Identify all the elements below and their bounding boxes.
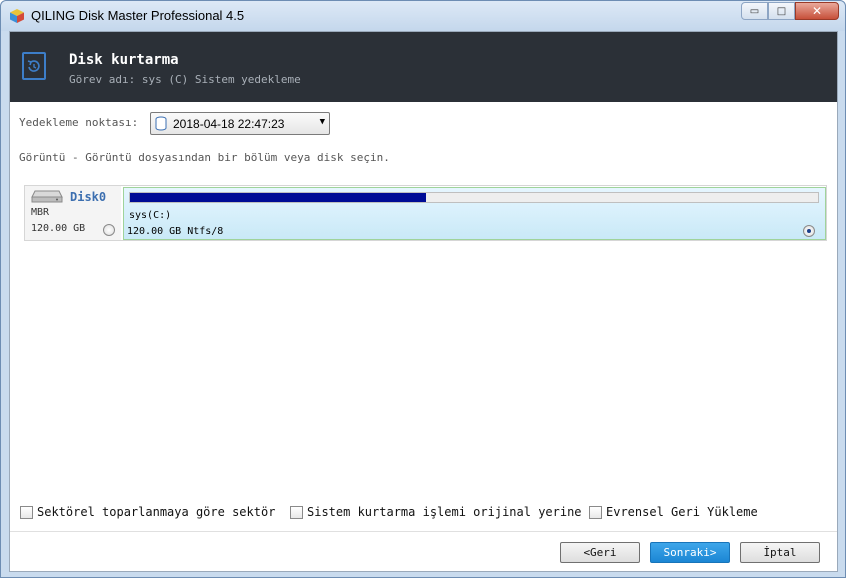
partition-usage-fill — [130, 193, 426, 202]
disk-size: 120.00 GB — [31, 223, 86, 234]
partition-name: sys(C:) — [129, 210, 172, 221]
option-original-location[interactable]: Sistem kurtarma işlemi orijinal yerine — [290, 504, 582, 520]
disk-row: Disk0 MBR 120.00 GB sys(C:) 120.00 GB Nt… — [24, 185, 827, 241]
title-bar[interactable]: QILING Disk Master Professional 4.5 ▭ □ … — [1, 1, 845, 31]
option-sector-by-sector[interactable]: Sektörel toparlanmaya göre sektör — [20, 504, 275, 520]
partition-usage-bar — [129, 192, 819, 203]
app-logo-icon — [10, 9, 24, 23]
next-button[interactable]: Sonraki> — [650, 542, 730, 563]
checkbox[interactable] — [290, 505, 303, 519]
wizard-panel: Disk kurtarma Görev adı: sys (C) Sistem … — [9, 31, 838, 572]
checkbox[interactable] — [589, 505, 602, 519]
option-label: Sektörel toparlanmaya göre sektör — [37, 505, 276, 519]
option-label: Sistem kurtarma işlemi orijinal yerine — [307, 505, 582, 519]
restore-icon — [22, 52, 46, 80]
database-icon — [155, 116, 167, 131]
checkbox[interactable] — [20, 505, 33, 519]
options-row: Sektörel toparlanmaya göre sektör Sistem… — [20, 504, 830, 520]
cancel-button[interactable]: İptal — [740, 542, 820, 563]
disk-radio[interactable] — [103, 224, 115, 236]
partition-card[interactable]: sys(C:) 120.00 GB Ntfs/8 — [123, 187, 826, 240]
task-name: Görev adı: sys (C) Sistem yedekleme — [69, 73, 301, 86]
partition-radio[interactable] — [803, 225, 815, 237]
option-label: Evrensel Geri Yükleme — [606, 505, 758, 519]
maximize-button[interactable]: □ — [768, 2, 795, 20]
minimize-button[interactable]: ▭ — [741, 2, 768, 20]
page-title: Disk kurtarma — [69, 52, 179, 68]
wizard-header: Disk kurtarma Görev adı: sys (C) Sistem … — [10, 32, 837, 102]
back-button[interactable]: <Geri — [560, 542, 640, 563]
backup-point-value: 2018-04-18 22:47:23 — [173, 117, 285, 131]
window-title: QILING Disk Master Professional 4.5 — [31, 8, 245, 23]
instruction-text: Görüntü - Görüntü dosyasından bir bölüm … — [19, 151, 390, 164]
partition-detail: 120.00 GB Ntfs/8 — [127, 226, 224, 237]
footer-divider — [10, 531, 837, 532]
backup-point-label: Yedekleme noktası: — [19, 116, 139, 129]
disk-name: Disk0 — [70, 190, 107, 204]
app-window: QILING Disk Master Professional 4.5 ▭ □ … — [0, 0, 846, 578]
option-universal-restore[interactable]: Evrensel Geri Yükleme — [589, 504, 758, 520]
hard-disk-icon — [31, 190, 63, 203]
chevron-down-icon: ▼ — [319, 117, 325, 127]
disk-partition-style: MBR — [31, 207, 50, 218]
disk-info[interactable]: Disk0 MBR 120.00 GB — [25, 186, 121, 240]
window-controls: ▭ □ ✕ — [741, 2, 839, 20]
close-button[interactable]: ✕ — [795, 2, 839, 20]
backup-point-dropdown[interactable]: 2018-04-18 22:47:23 ▼ — [150, 112, 330, 135]
